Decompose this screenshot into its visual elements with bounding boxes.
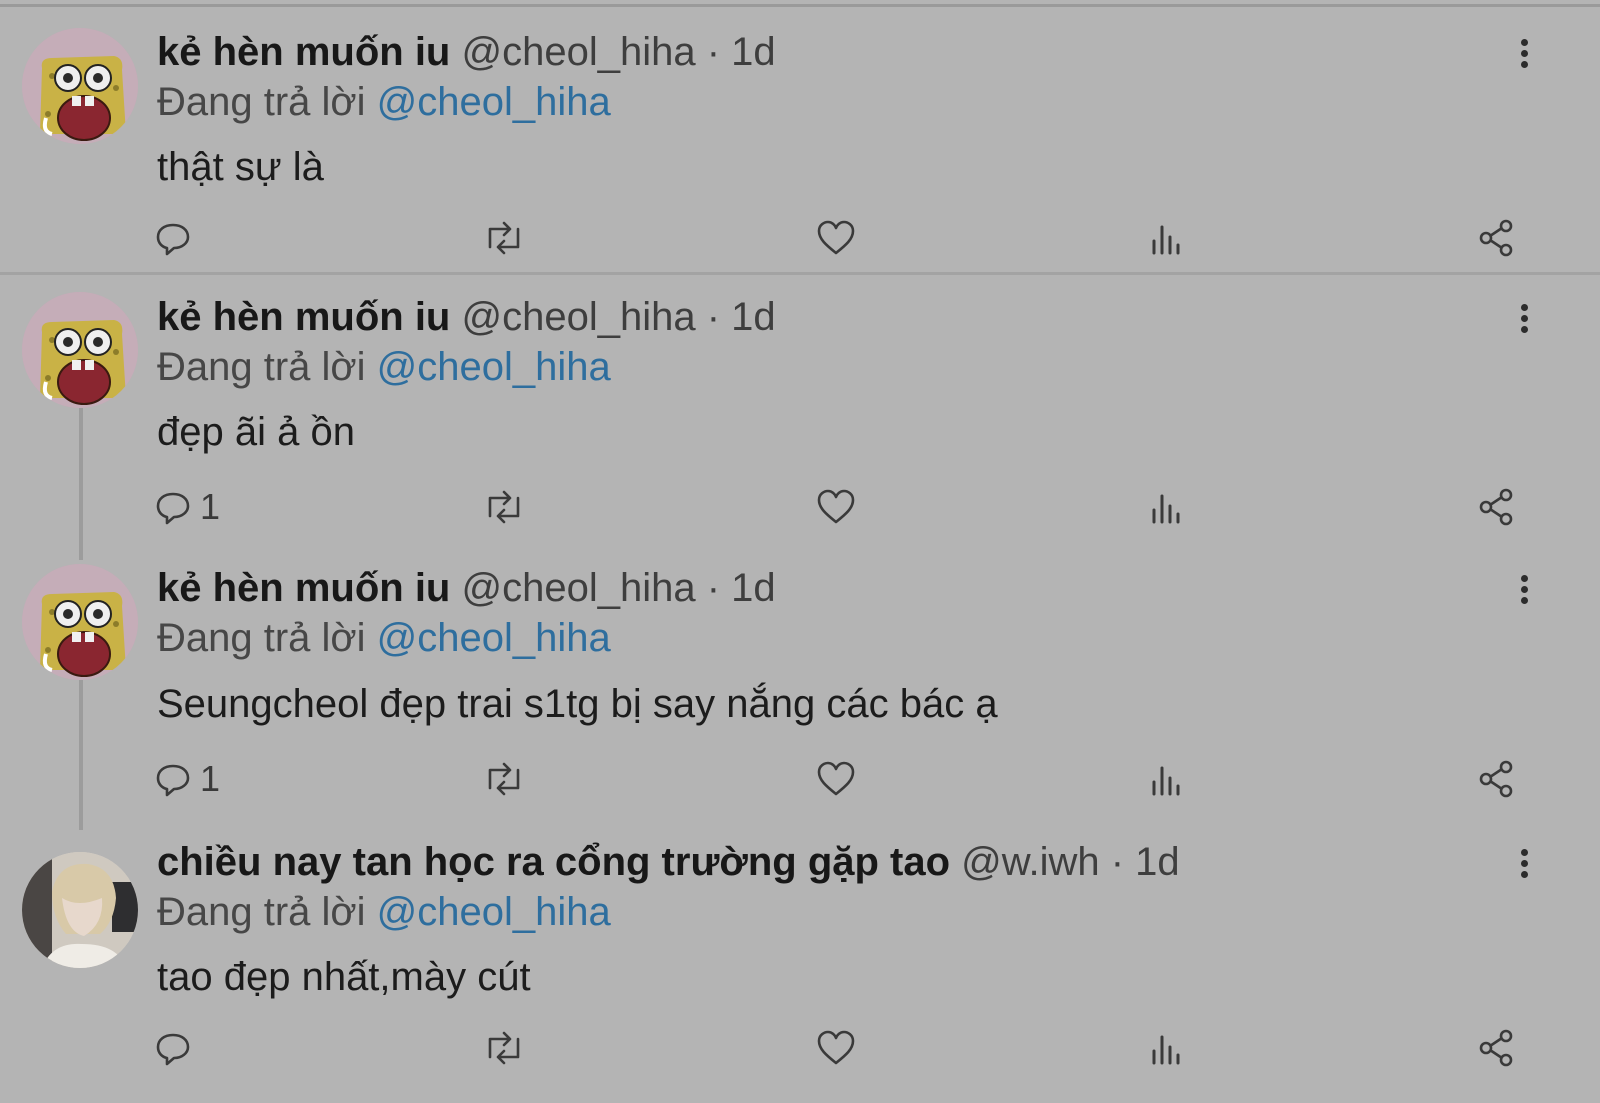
reply-mention-link[interactable]: @cheol_hiha [377,80,611,124]
share-icon [1479,760,1513,798]
views-icon [1152,1035,1180,1065]
views-button[interactable] [1148,485,1184,529]
separator-dot: · [706,566,721,610]
views-button[interactable] [1148,1026,1184,1070]
share-icon [1479,1029,1513,1067]
replying-to: Đang trả lời @cheol_hiha [157,888,611,936]
retweet-icon [488,1031,520,1065]
tweet-text: tao đẹp nhất,mày cút [157,955,531,999]
timestamp[interactable]: 1d [1135,840,1180,884]
separator-dot: · [1110,840,1125,884]
reply-icon [156,764,190,797]
tweet[interactable]: kẻ hèn muốn iu @cheol_hiha · 1d Đang trả… [0,0,1600,272]
views-icon [1152,494,1180,524]
views-button[interactable] [1148,216,1184,260]
replying-to-label: Đang trả lời [157,80,366,124]
share-button[interactable] [1476,485,1516,529]
timestamp[interactable]: 1d [731,295,776,339]
retweet-button[interactable] [482,216,526,260]
share-icon [1479,219,1513,257]
replying-to: Đang trả lời @cheol_hiha [157,343,611,391]
reply-mention-link[interactable]: @cheol_hiha [377,890,611,934]
tweet-header: kẻ hèn muốn iu @cheol_hiha · 1d [157,28,776,76]
like-icon [817,761,855,796]
reply-button[interactable] [154,216,200,260]
user-handle[interactable]: @w.iwh [961,840,1099,884]
retweet-icon [488,490,520,524]
reply-count: 1 [200,486,221,527]
tweet-actions [0,216,1600,260]
replying-to: Đang trả lời @cheol_hiha [157,78,611,126]
separator-dot: · [706,295,721,339]
share-button[interactable] [1476,1026,1516,1070]
more-options-icon[interactable] [1512,572,1536,612]
reply-button[interactable] [154,1026,200,1070]
spongebob-avatar-icon[interactable] [22,564,138,680]
share-icon [1479,488,1513,526]
reply-icon [156,223,190,256]
reply-button[interactable]: 1 [154,757,220,801]
like-icon [817,1030,855,1065]
tweet-header: kẻ hèn muốn iu @cheol_hiha · 1d [157,293,776,341]
reply-icon [156,492,190,525]
like-button[interactable] [816,757,856,801]
replying-to: Đang trả lời @cheol_hiha [157,614,611,662]
retweet-button[interactable] [482,485,526,529]
share-button[interactable] [1476,757,1516,801]
display-name[interactable]: kẻ hèn muốn iu [157,566,450,610]
display-name[interactable]: kẻ hèn muốn iu [157,30,450,74]
user-handle[interactable]: @cheol_hiha [461,30,695,74]
retweet-icon [488,762,520,796]
retweet-button[interactable] [482,1026,526,1070]
tweet-header: chiều nay tan học ra cổng trường gặp tao… [157,838,1180,886]
person-photo-avatar-icon[interactable] [22,852,138,968]
tweet[interactable]: chiều nay tan học ra cổng trường gặp tao… [0,820,1600,1103]
replying-to-label: Đang trả lời [157,345,366,389]
reply-count: 1 [200,758,221,799]
views-icon [1152,766,1180,796]
retweet-button[interactable] [482,757,526,801]
reply-button[interactable]: 1 [154,485,220,529]
tweet-actions [0,1026,1600,1070]
more-options-icon[interactable] [1512,846,1536,886]
more-options-icon[interactable] [1512,36,1536,76]
separator-dot: · [706,30,721,74]
tweet[interactable]: kẻ hèn muốn iu @cheol_hiha · 1d Đang trả… [0,275,1600,545]
views-icon [1152,225,1180,255]
views-button[interactable] [1148,757,1184,801]
spongebob-avatar-icon[interactable] [22,28,138,144]
tweet-text: thật sự là [157,145,324,189]
like-button[interactable] [816,1026,856,1070]
tweet[interactable]: kẻ hèn muốn iu @cheol_hiha · 1d Đang trả… [0,547,1600,819]
timestamp[interactable]: 1d [731,30,776,74]
like-button[interactable] [816,216,856,260]
reply-icon [156,1033,190,1066]
display-name[interactable]: chiều nay tan học ra cổng trường gặp tao [157,840,950,884]
timestamp[interactable]: 1d [731,566,776,610]
user-handle[interactable]: @cheol_hiha [461,566,695,610]
reply-mention-link[interactable]: @cheol_hiha [377,616,611,660]
retweet-icon [488,221,520,255]
tweet-actions: 1 [0,757,1600,801]
display-name[interactable]: kẻ hèn muốn iu [157,295,450,339]
spongebob-avatar-icon[interactable] [22,292,138,408]
like-button[interactable] [816,485,856,529]
like-icon [817,220,855,255]
share-button[interactable] [1476,216,1516,260]
more-options-icon[interactable] [1512,301,1536,341]
replying-to-label: Đang trả lời [157,616,366,660]
tweet-text: đẹp ãi ả ồn [157,410,355,454]
tweet-text: Seungcheol đẹp trai s1tg bị say nắng các… [157,682,998,726]
like-icon [817,489,855,524]
reply-mention-link[interactable]: @cheol_hiha [377,345,611,389]
tweet-header: kẻ hèn muốn iu @cheol_hiha · 1d [157,564,776,612]
replying-to-label: Đang trả lời [157,890,366,934]
user-handle[interactable]: @cheol_hiha [461,295,695,339]
tweet-actions: 1 [0,485,1600,529]
